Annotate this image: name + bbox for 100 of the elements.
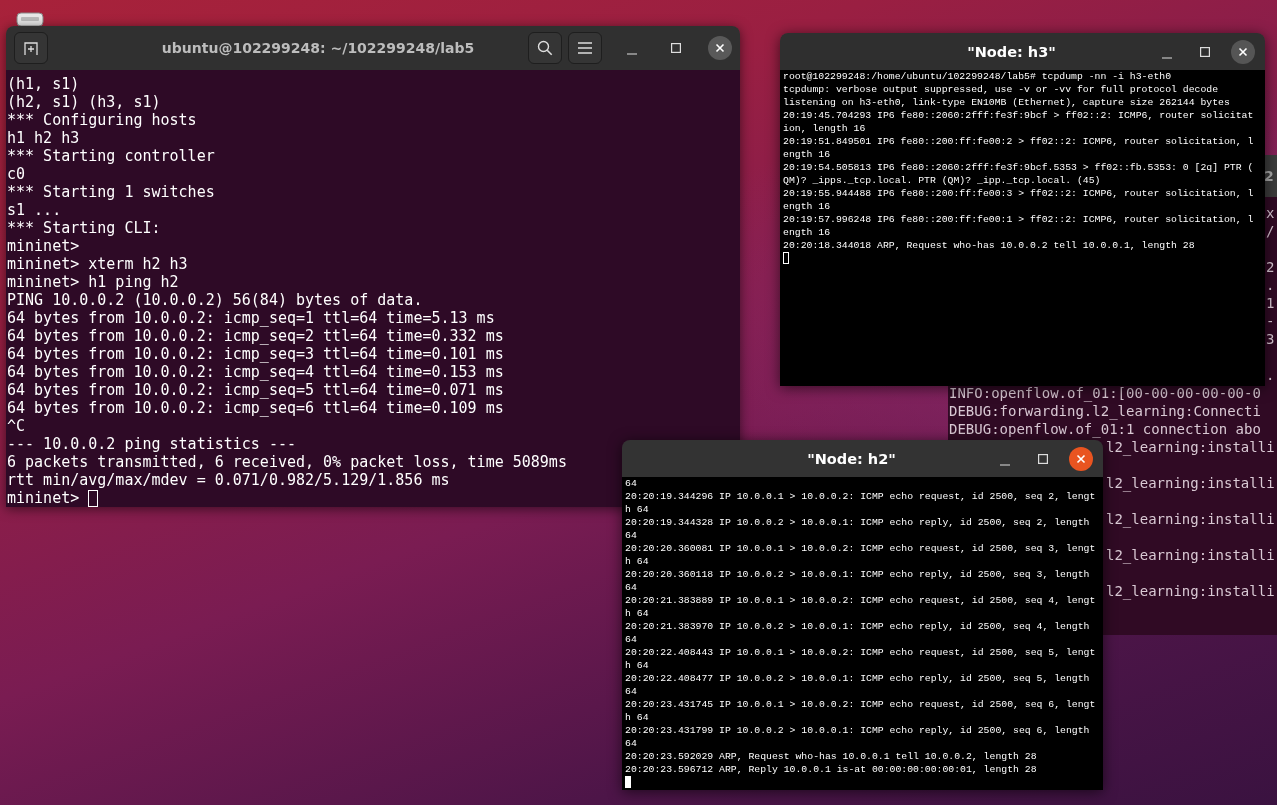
close-icon (1076, 453, 1086, 464)
terminal-line: listening on h3-eth0, link-type EN10MB (Ethernet), capture size 262144 bytes (783, 97, 1230, 108)
terminal-line: 20:20:19.344296 IP 10.0.0.1 > 10.0.0.2: ICMP echo request, id 2500, seq 2, lengt (625, 491, 1096, 502)
terminal-line: 20:20:20.360081 IP 10.0.0.1 > 10.0.0.2: ICMP echo request, id 2500, seq 3, lengt (625, 543, 1096, 554)
terminal-line: mininet> (7, 489, 80, 507)
terminal-line: 20:20:20.360118 IP 10.0.0.2 > 10.0.0.1: ICMP echo reply, id 2500, seq 3, length (625, 569, 1090, 580)
terminal-line: - (1266, 312, 1275, 330)
terminal-line: ength 16 (783, 201, 831, 212)
terminal-line: 20:20:21.383970 IP 10.0.0.2 > 10.0.0.1: ICMP echo reply, id 2500, seq 4, length (625, 621, 1090, 632)
terminal-line: 2 (1266, 258, 1275, 276)
terminal-line: s1 ... (7, 201, 62, 219)
terminal-line: h1 h2 h3 (7, 129, 80, 147)
terminal-line: l2_learning:installi (1106, 438, 1275, 456)
search-icon (537, 40, 553, 56)
terminal-line: tcpdump: verbose output suppressed, use -v or -vv for full protocol decode (783, 84, 1219, 95)
terminal-line: c0 (7, 165, 26, 183)
terminal-line: 64 bytes from 10.0.0.2: icmp_seq=2 ttl=64 time=0.332 ms (7, 327, 504, 345)
terminal-line: *** Configuring hosts (7, 111, 197, 129)
close-icon (715, 43, 725, 53)
terminal-line: --- 10.0.0.2 ping statistics --- (7, 435, 296, 453)
terminal-line: 64 (625, 582, 637, 593)
minimize-icon (627, 53, 637, 55)
terminal-line: *** Starting controller (7, 147, 215, 165)
terminal-line: l2_learning:installi (1106, 510, 1275, 528)
terminal-line: 64 bytes from 10.0.0.2: icmp_seq=6 ttl=64 time=0.109 ms (7, 399, 504, 417)
close-button[interactable] (708, 36, 732, 60)
window-title: "Node: h3" (966, 43, 1057, 60)
terminal-line: 20:20:23.592029 ARP, Request who-has 10.0.0.1 tell 10.0.0.2, length 28 (625, 751, 1037, 762)
terminal-line: 6 packets transmitted, 6 received, 0% packet loss, time 5089ms (7, 453, 567, 471)
terminal-line: 20:20:19.344328 IP 10.0.0.2 > 10.0.0.1: ICMP echo reply, id 2500, seq 2, length (625, 517, 1090, 528)
terminal-line: h 64 (625, 608, 649, 619)
terminal-line: mininet> h1 ping h2 (7, 273, 179, 291)
terminal-line: 64 (625, 738, 637, 749)
terminal-line: h 64 (625, 712, 649, 723)
terminal-line: mininet> xterm h2 h3 (7, 255, 188, 273)
maximize-icon (671, 43, 681, 53)
terminal-line: *** Starting CLI: (7, 219, 161, 237)
terminal-line: 64 bytes from 10.0.0.2: icmp_seq=4 ttl=64 time=0.153 ms (7, 363, 504, 381)
terminal-line: DEBUG:openflow.of_01:1 connection abo (949, 420, 1262, 438)
terminal-line: . (1266, 366, 1275, 384)
new-tab-button[interactable] (14, 32, 48, 64)
terminal-line: 20:20:22.408477 IP 10.0.0.2 > 10.0.0.1: ICMP echo reply, id 2500, seq 5, length (625, 673, 1090, 684)
window-title: "Node: h2" (806, 450, 897, 467)
terminal-line: rtt min/avg/max/mdev = 0.071/0.982/5.129/1.856 ms (7, 471, 450, 489)
terminal-line: ^C (7, 417, 26, 435)
terminal-line: 20:19:51.849501 IP6 fe80::200:ff:fe00:2 > ff02::2: ICMP6, router solicitation, l (783, 136, 1254, 147)
terminal-line: 20:19:54.505813 IP6 fe80::2060:2fff:fe3f:9bcf.5353 > ff02::fb.5353: 0 [2q] PTR ( (783, 162, 1254, 173)
terminal-line: l2_learning:installi (1106, 582, 1275, 600)
terminal-line: 20:20:23.596712 ARP, Reply 10.0.0.1 is-at 00:00:00:00:00:01, length 28 (625, 764, 1037, 775)
terminal-line: ength 16 (783, 149, 831, 160)
terminal-line: h 64 (625, 556, 649, 567)
terminal-line: ength 16 (783, 227, 831, 238)
terminal-line: 20:19:45.704293 IP6 fe80::2060:2fff:fe3f:9bcf > ff02::2: ICMP6, router solicitat (783, 110, 1254, 121)
terminal-line: x (1266, 204, 1275, 222)
terminal-line: 20:20:23.431799 IP 10.0.0.2 > 10.0.0.1: ICMP echo reply, id 2500, seq 6, length (625, 725, 1090, 736)
menu-icon (578, 42, 592, 54)
terminal-line: 20:20:18.344018 ARP, Request who-has 10.0.0.2 tell 10.0.0.1, length 28 (783, 240, 1195, 251)
window-title: ubuntu@102299248: ~/102299248/lab5 (160, 40, 476, 56)
new-tab-icon (23, 40, 39, 56)
terminal-line: 20:19:55.944488 IP6 fe80::200:ff:fe00:3 > ff02::2: ICMP6, router solicitation, l (783, 188, 1254, 199)
terminal-line: *** Starting 1 switches (7, 183, 215, 201)
close-button[interactable] (1069, 446, 1093, 471)
terminal-line: DEBUG:forwarding.l2_learning:Connecti (949, 402, 1262, 420)
terminal-line: 64 bytes from 10.0.0.2: icmp_seq=1 ttl=64 time=5.13 ms (7, 309, 495, 327)
terminal-line: h 64 (625, 660, 649, 671)
minimize-icon (1162, 56, 1172, 59)
terminal-line: h 64 (625, 504, 649, 515)
terminal-line: root@102299248:/home/ubuntu/102299248/lab5# tcpdump -nn -i h3-eth0 (783, 71, 1172, 82)
terminal-line: 64 (625, 530, 637, 541)
terminal-line: mininet> (7, 237, 80, 255)
terminal-line: 1 (1266, 294, 1275, 312)
terminal-line: 20:20:22.408443 IP 10.0.0.1 > 10.0.0.2: ICMP echo request, id 2500, seq 5, lengt (625, 647, 1096, 658)
close-button[interactable] (1231, 39, 1255, 64)
window-title: 2 (1264, 168, 1274, 184)
minimize-icon (1000, 463, 1010, 466)
terminal-line: l2_learning:installi (1106, 474, 1275, 492)
terminal-line: 64 bytes from 10.0.0.2: icmp_seq=3 ttl=64 time=0.101 ms (7, 345, 504, 363)
terminal-line: l2_learning:installi (1106, 546, 1275, 564)
terminal-line: . (1266, 276, 1275, 294)
terminal-line: QM)? _ipps._tcp.local. PTR (QM)? _ipp._tcp.local. (45) (783, 175, 1101, 186)
terminal-line: 3 (1266, 330, 1275, 348)
terminal-line: 20:20:21.383889 IP 10.0.0.1 > 10.0.0.2: ICMP echo request, id 2500, seq 4, lengt (625, 595, 1096, 606)
menu-button[interactable] (568, 32, 602, 64)
drive-icon[interactable] (16, 12, 44, 26)
terminal-line: 64 bytes from 10.0.0.2: icmp_seq=5 ttl=64 time=0.071 ms (7, 381, 504, 399)
search-button[interactable] (528, 32, 562, 64)
maximize-icon (1038, 453, 1048, 464)
terminal-line: 64 (625, 634, 637, 645)
terminal-line: (h1, s1) (7, 75, 80, 93)
terminal-line: PING 10.0.0.2 (10.0.0.2) 56(84) bytes of data. (7, 291, 423, 309)
terminal-line: 64 (625, 478, 637, 489)
close-icon (1238, 46, 1248, 57)
terminal-line: 20:19:57.996248 IP6 fe80::200:ff:fe00:1 > ff02::2: ICMP6, router solicitation, l (783, 214, 1254, 225)
terminal-line: (h2, s1) (h3, s1) (7, 93, 161, 111)
terminal-line: INFO:openflow.of_01:[00-00-00-00-00-0 (949, 384, 1262, 402)
terminal-line: 64 (625, 686, 637, 697)
terminal-line: 20:20:23.431745 IP 10.0.0.1 > 10.0.0.2: ICMP echo request, id 2500, seq 6, lengt (625, 699, 1096, 710)
terminal-line: / (1266, 222, 1275, 240)
maximize-icon (1200, 46, 1210, 57)
terminal-line: ion, length 16 (783, 123, 866, 134)
